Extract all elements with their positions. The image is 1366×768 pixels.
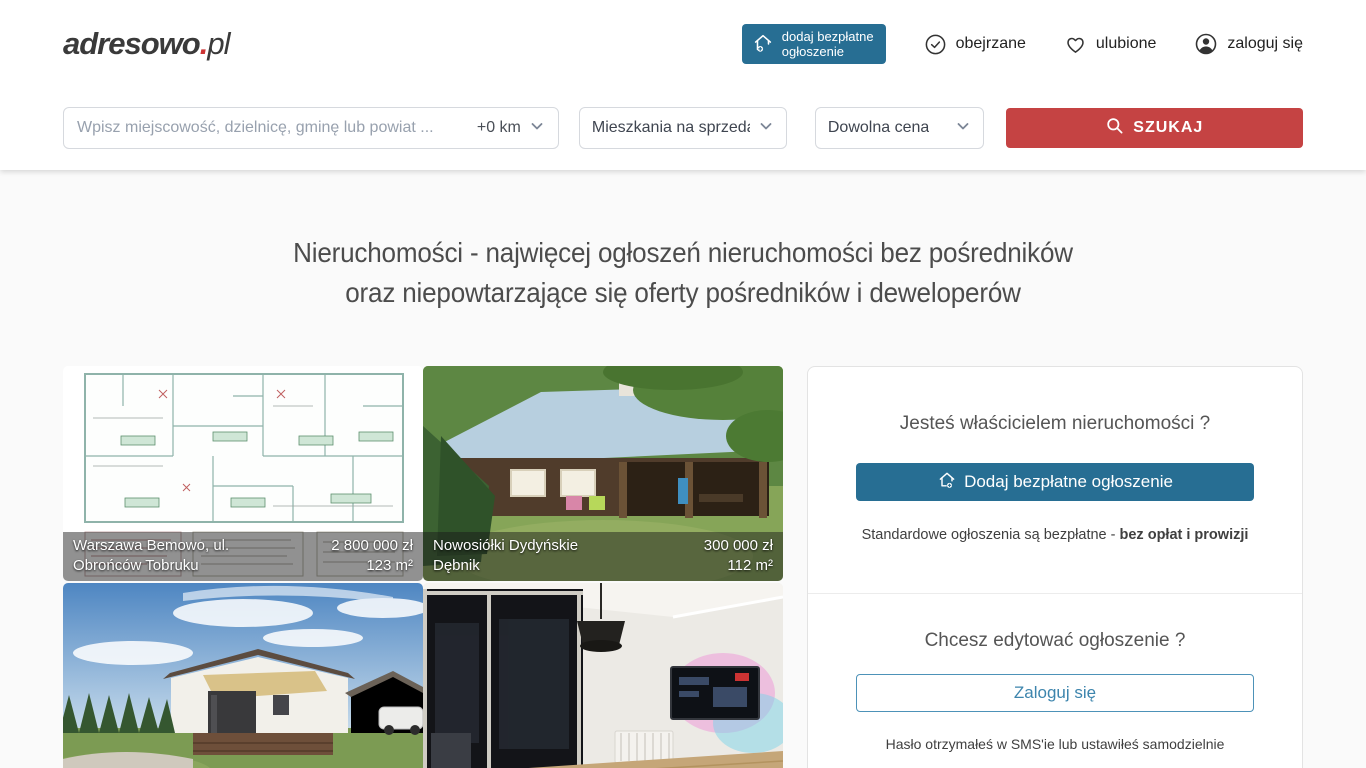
edit-panel: Chcesz edytować ogłoszenie ? Zaloguj się… [808,593,1302,768]
top-bar: adresowo.pl dodaj bezpłatne ogłoszenie [0,0,1366,170]
add-listing-label-line2: ogłoszenie [782,44,844,59]
nav-label-viewed: obejrzane [956,35,1026,53]
heart-icon [1064,33,1087,56]
category-value: Mieszkania na sprzedaż [592,119,750,137]
page-title-line1: Nieruchomości - najwięcej ogłoszeń nieru… [293,237,1073,268]
logo-text: adresowo [63,26,200,61]
search-bar: +0 km Mieszkania na sprzedaż Dowolna cen… [63,88,1303,170]
nav-label-login: zaloguj się [1227,35,1303,53]
search-icon [1105,116,1124,140]
house-plus-icon [937,470,957,495]
owner-panel-note: Standardowe ogłoszenia są bezpłatne - be… [856,527,1254,543]
listing-photo-bungalow [63,583,423,768]
radius-value: +0 km [477,119,521,137]
page-title-line2: oraz niepowtarzające się oferty pośredni… [345,277,1020,308]
logo-tld: pl [207,26,229,61]
owner-note-bold: bez opłat i prowizji [1120,527,1249,543]
nav-item-login[interactable]: zaloguj się [1194,32,1303,56]
login-button[interactable]: Zaloguj się [856,674,1254,712]
chevron-down-icon [529,118,545,139]
listing-price: 300 000 zł [704,536,773,556]
chevron-down-icon [955,118,971,139]
add-free-listing-button[interactable]: Dodaj bezpłatne ogłoszenie [856,463,1254,501]
owner-panel: Jesteś właścicielem nieruchomości ? Doda… [808,367,1302,593]
radius-select[interactable]: +0 km [477,118,545,139]
edit-panel-title: Chcesz edytować ogłoszenie ? [856,630,1254,652]
listing-location-line2: Obrońców Tobruku [73,556,229,576]
listing-card[interactable]: Dębnica, ul. Ojca Andrzeja 825 000 zł [63,583,423,768]
listing-price: 2 800 000 zł [331,536,413,556]
login-button-label: Zaloguj się [1014,683,1096,703]
search-submit-button[interactable]: SZUKAJ [1006,108,1303,148]
owner-panel-title: Jesteś właścicielem nieruchomości ? [856,413,1254,435]
add-free-listing-label: Dodaj bezpłatne ogłoszenie [964,472,1173,492]
main-content: Warszawa Bemowo, ul. Obrońców Tobruku 2 … [63,366,1303,768]
location-search-input[interactable] [77,119,477,137]
listing-card[interactable]: Warszawa Bemowo, ul. Obrońców Tobruku 2 … [63,366,423,581]
page-title: Nieruchomości - najwięcej ogłoszeń nieru… [48,233,1318,313]
listing-card[interactable]: Nowosiółki Dydyńskie Dębnik 300 000 zł 1… [423,366,783,581]
listing-location-line1: Nowosiółki Dydyńskie [433,536,578,556]
listing-area: 123 m² [366,556,413,576]
listing-card[interactable]: Gdańsk Śródmieście, ul. 549 000 zł [423,583,783,768]
nav-item-favorites[interactable]: ulubione [1064,33,1157,56]
listing-area: 112 m² [727,556,773,576]
listing-location-line1: Warszawa Bemowo, ul. [73,536,229,556]
add-listing-label-line1: dodaj bezpłatne [782,29,874,44]
search-submit-label: SZUKAJ [1133,119,1203,137]
listing-caption: Warszawa Bemowo, ul. Obrońców Tobruku 2 … [63,532,423,581]
listing-photo-interior [423,583,783,768]
listing-caption: Nowosiółki Dydyńskie Dębnik 300 000 zł 1… [423,532,783,581]
price-select[interactable]: Dowolna cena [815,107,984,149]
user-circle-icon [1194,32,1218,56]
chevron-down-icon [758,118,774,139]
location-search-group: +0 km [63,107,559,149]
owner-note-regular: Standardowe ogłoszenia są bezpłatne - [862,527,1120,543]
house-plus-icon [752,32,774,57]
sidebar: Jesteś właścicielem nieruchomości ? Doda… [807,366,1303,768]
nav-item-viewed[interactable]: obejrzane [924,33,1026,56]
logo[interactable]: adresowo.pl [63,26,229,62]
add-listing-button[interactable]: dodaj bezpłatne ogłoszenie [742,24,886,64]
header-nav: dodaj bezpłatne ogłoszenie obejrzane [742,24,1303,64]
edit-panel-note: Hasło otrzymałeś w SMS'ie lub ustawiłeś … [856,736,1254,752]
category-select[interactable]: Mieszkania na sprzedaż [579,107,787,149]
listing-location-line2: Dębnik [433,556,578,576]
header: adresowo.pl dodaj bezpłatne ogłoszenie [63,0,1303,88]
price-value: Dowolna cena [828,119,929,137]
check-circle-icon [924,33,947,56]
listing-grid: Warszawa Bemowo, ul. Obrońców Tobruku 2 … [63,366,783,768]
nav-label-favorites: ulubione [1096,35,1157,53]
